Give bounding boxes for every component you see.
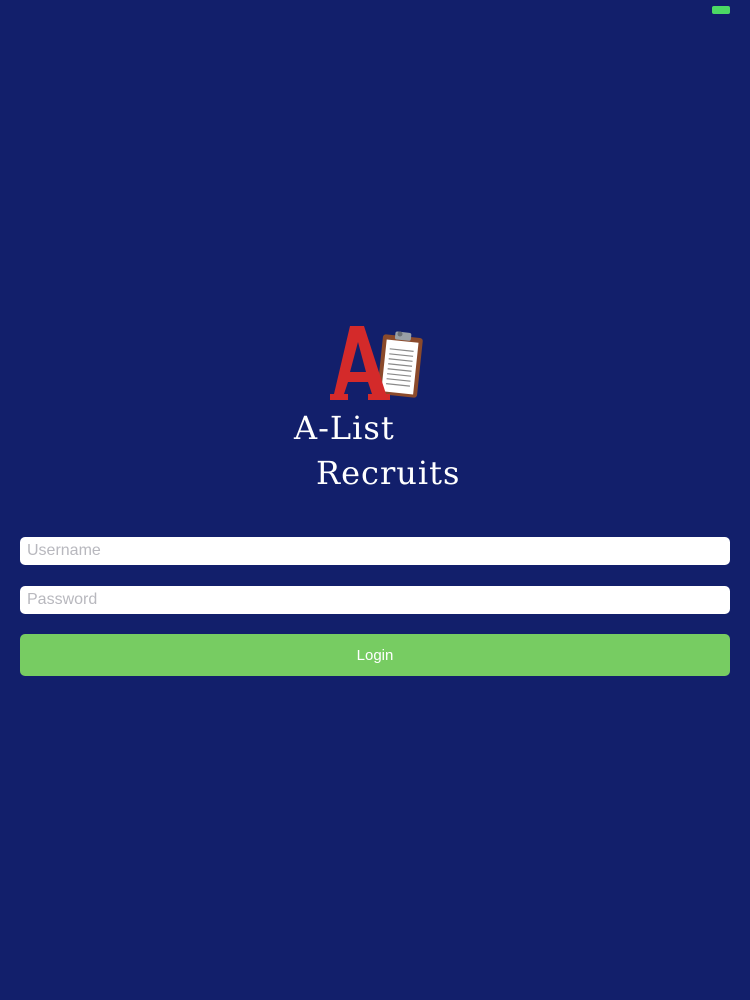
logo-title-line1: A-List [294, 409, 395, 447]
login-screen: A-List Recruits Login [0, 0, 750, 1000]
login-button[interactable]: Login [20, 634, 730, 676]
password-field[interactable] [20, 586, 730, 614]
logo-mark [330, 326, 423, 400]
username-field[interactable] [20, 537, 730, 565]
app-logo: A-List Recruits [290, 322, 490, 492]
logo-title-line2: Recruits [316, 454, 461, 492]
battery-icon [712, 6, 730, 14]
status-bar [0, 0, 750, 20]
